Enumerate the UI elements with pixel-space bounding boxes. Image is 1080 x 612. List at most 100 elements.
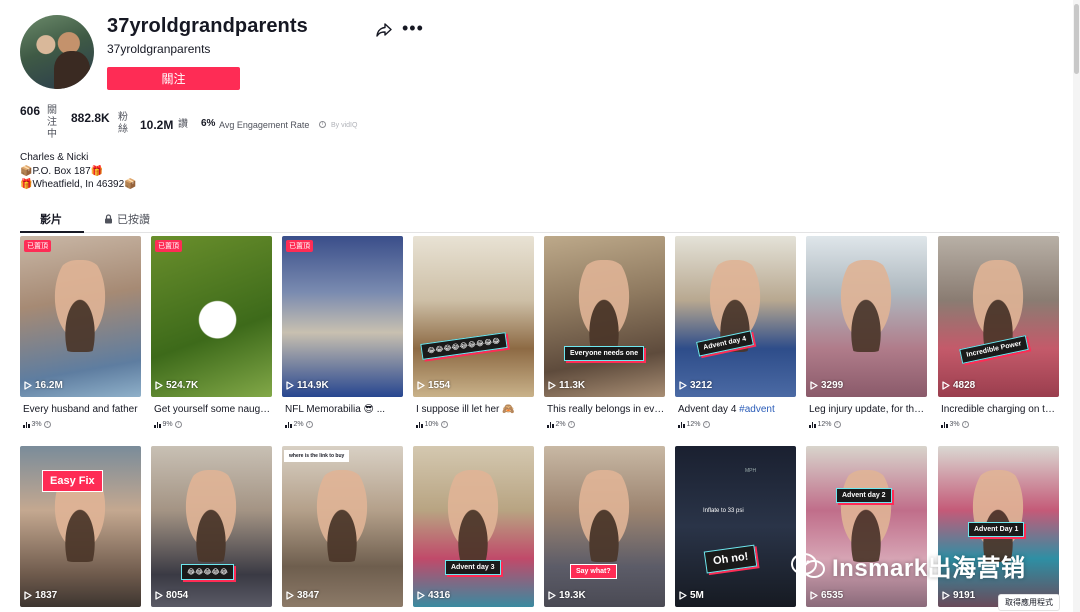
view-count-text: 3299 — [821, 380, 844, 391]
tab-liked[interactable]: 已按讚 — [104, 211, 150, 227]
view-count-text: 6535 — [821, 590, 844, 601]
pinned-badge: 已置頂 — [24, 240, 51, 252]
view-count: 11.3K — [548, 380, 585, 391]
thumbnail-subject — [48, 260, 112, 352]
play-icon — [942, 591, 950, 600]
info-icon[interactable]: i — [961, 421, 969, 428]
bar-chart-icon — [285, 421, 292, 428]
engagement-stat: 3% i — [23, 421, 51, 428]
video-card[interactable]: Advent day 3 4316 — [413, 446, 534, 607]
info-icon[interactable]: i — [567, 421, 575, 428]
video-thumbnail[interactable]: Easy Fix 1837 — [20, 446, 141, 607]
video-card[interactable]: 😂😂😂😂😂😂😂😂😂 1554 I suppose ill let her 🙈 10% i — [413, 236, 534, 436]
video-caption[interactable]: Get yourself some naughty — [154, 404, 272, 415]
video-caption[interactable]: Advent day 4 #advent — [678, 404, 796, 415]
scrollbar-track[interactable] — [1073, 0, 1080, 612]
thumbnail-subject — [572, 260, 636, 352]
video-caption[interactable]: This really belongs in every — [547, 404, 665, 415]
view-count-text: 3212 — [690, 380, 713, 391]
video-card[interactable]: Everyone needs one 11.3K This really belon… — [544, 236, 665, 436]
engagement-value: 12% — [686, 421, 701, 428]
more-icon[interactable]: ••• — [402, 19, 424, 37]
info-icon[interactable]: i — [305, 421, 313, 428]
video-card[interactable]: 😂😂😂😂😂 8054 — [151, 446, 272, 607]
view-count-text: 4828 — [953, 380, 976, 391]
tab-videos[interactable]: 影片 — [40, 211, 62, 227]
video-thumbnail[interactable]: Everyone needs one 11.3K — [544, 236, 665, 397]
video-card[interactable]: where is the link to buy 3847 — [282, 446, 403, 607]
watermark-text: Insmark出海营销 — [832, 555, 1026, 582]
video-card[interactable]: 已置頂 524.7K Get yourself some naughty 9% i — [151, 236, 272, 436]
video-caption[interactable]: Every husband and father — [23, 404, 141, 415]
play-icon — [24, 591, 32, 600]
video-thumbnail[interactable]: where is the link to buy 3847 — [282, 446, 403, 607]
profile-tabs: 影片 已按讚 — [20, 207, 1060, 233]
video-card[interactable]: 3299 Leg injury update, for those 12% i — [806, 236, 927, 436]
video-caption[interactable]: Incredible charging on the go — [941, 404, 1059, 415]
view-count-text: 19.3K — [559, 590, 586, 601]
video-thumbnail[interactable]: Say what? 19.3K — [544, 446, 665, 607]
view-count: 9191 — [942, 590, 975, 601]
info-icon[interactable]: i — [440, 421, 448, 428]
video-thumbnail[interactable]: Advent day 3 4316 — [413, 446, 534, 607]
bar-chart-icon — [547, 421, 554, 428]
info-icon[interactable]: i — [319, 121, 326, 128]
profile-bio: Charles & Nicki 📦P.O. Box 187🎁 🎁Wheatfie… — [20, 151, 137, 192]
view-count: 16.2M — [24, 380, 63, 391]
caption-text: I suppose ill let her 🙈 — [416, 404, 515, 415]
video-card[interactable]: 已置頂 16.2M Every husband and father 3% i — [20, 236, 141, 436]
video-overlay-text: Advent day 2 — [836, 488, 892, 503]
view-count-text: 3847 — [297, 590, 320, 601]
engagement-stat: 10% i — [416, 421, 448, 428]
view-count: 1837 — [24, 590, 57, 601]
video-caption[interactable]: I suppose ill let her 🙈 — [416, 404, 534, 415]
video-thumbnail[interactable]: 已置頂 16.2M — [20, 236, 141, 397]
play-icon — [679, 591, 687, 600]
info-icon[interactable]: i — [43, 421, 51, 428]
video-thumbnail[interactable]: Advent day 4 3212 — [675, 236, 796, 397]
video-thumbnail[interactable]: Incredible Power 4828 — [938, 236, 1059, 397]
engagement-value: 3% — [31, 421, 42, 428]
view-count-text: 9191 — [953, 590, 976, 601]
video-caption[interactable]: Leg injury update, for those — [809, 404, 927, 415]
caption-text: Advent day 4 — [678, 404, 740, 415]
engagement-value: 10% — [424, 421, 439, 428]
video-overlay-text: Say what? — [570, 564, 617, 579]
scrollbar-thumb[interactable] — [1074, 4, 1079, 74]
video-thumbnail[interactable]: 已置頂 114.9K — [282, 236, 403, 397]
info-icon[interactable]: i — [174, 421, 182, 428]
video-card[interactable]: 已置頂 114.9K NFL Memorabilia 😎 ... 2% i — [282, 236, 403, 436]
watermark: Insmark出海营销 — [790, 548, 1026, 583]
video-card[interactable]: Easy Fix 1837 — [20, 446, 141, 607]
video-card[interactable]: Inflate to 33 psi MPH Oh no! 5M — [675, 446, 796, 607]
video-thumbnail[interactable]: 😂😂😂😂😂😂😂😂😂 1554 — [413, 236, 534, 397]
engagement-stat: 12% i — [809, 421, 841, 428]
video-card[interactable]: Advent day 4 3212 Advent day 4 #advent 12% i — [675, 236, 796, 436]
view-count-text: 5M — [690, 590, 704, 601]
video-thumbnail[interactable]: Inflate to 33 psi MPH Oh no! 5M — [675, 446, 796, 607]
video-caption[interactable]: NFL Memorabilia 😎 ... — [285, 404, 403, 415]
following-count[interactable]: 606 — [20, 104, 40, 118]
followers-count[interactable]: 882.8K — [71, 111, 110, 125]
video-thumbnail[interactable]: 😂😂😂😂😂 8054 — [151, 446, 272, 607]
caption-hashtag[interactable]: #advent — [739, 404, 775, 415]
bar-chart-icon — [416, 421, 423, 428]
play-icon — [417, 591, 425, 600]
info-icon[interactable]: i — [702, 421, 710, 428]
caption-text: This really belongs in every — [547, 404, 665, 415]
engagement-label: Avg Engagement Rate — [219, 120, 310, 130]
caption-text: Every husband and father — [23, 404, 138, 415]
bar-chart-icon — [678, 421, 685, 428]
video-card[interactable]: Incredible Power 4828 Incredible charging … — [938, 236, 1059, 436]
video-thumbnail[interactable]: 3299 — [806, 236, 927, 397]
info-icon[interactable]: i — [833, 421, 841, 428]
caption-text: Incredible charging on the go — [941, 404, 1059, 415]
share-icon[interactable] — [376, 22, 392, 38]
video-thumbnail[interactable]: 已置頂 524.7K — [151, 236, 272, 397]
engagement-stat: 12% i — [678, 421, 710, 428]
follow-button[interactable]: 關注 — [107, 67, 240, 90]
video-card[interactable]: Say what? 19.3K — [544, 446, 665, 607]
get-app-button[interactable]: 取得應用程式 — [998, 594, 1060, 611]
play-icon — [810, 381, 818, 390]
engagement-stat: 2% i — [285, 421, 313, 428]
